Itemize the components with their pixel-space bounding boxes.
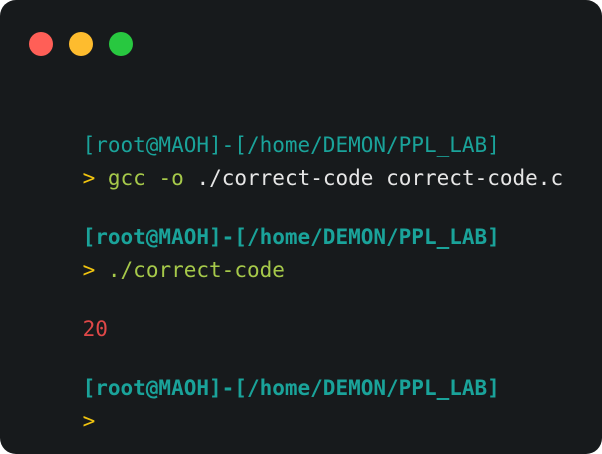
command-name: gcc <box>107 166 146 190</box>
window-controls <box>29 32 133 56</box>
prompt-arrow: > <box>82 258 96 282</box>
prompt-arrow: > <box>82 166 96 190</box>
command-exec: ./correct-code <box>107 258 285 282</box>
prompt-arrow: > <box>82 409 96 433</box>
maximize-button[interactable] <box>109 32 133 56</box>
program-output: 20 <box>82 317 108 341</box>
close-button[interactable] <box>29 32 53 56</box>
command-line[interactable]: > <box>32 379 96 454</box>
terminal-window: [root@MAOH]-[/home/DEMON/PPL_LAB] > gcc … <box>0 0 602 454</box>
command-flag: -o <box>158 166 184 190</box>
minimize-button[interactable] <box>69 32 93 56</box>
command-args: ./correct-code correct-code.c <box>196 166 564 190</box>
prompt-line: [root@MAOH]-[/home/DEMON/PPL_LAB] <box>32 346 500 430</box>
prompt-path: [root@MAOH]-[/home/DEMON/PPL_LAB] <box>82 376 500 400</box>
